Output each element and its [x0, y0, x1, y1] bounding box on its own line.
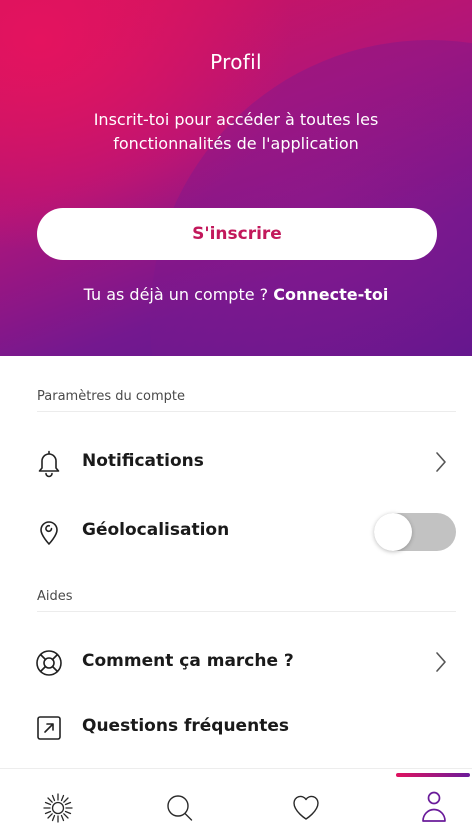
how-it-works-row[interactable]: Comment ça marche ?	[0, 634, 472, 690]
section-header-help: Aides	[37, 589, 73, 604]
page-title: Profil	[210, 50, 262, 74]
section-divider	[37, 411, 456, 412]
heart-icon[interactable]	[286, 787, 326, 827]
profile-header: Profil Inscrit-toi pour accéder à toutes…	[0, 0, 472, 356]
login-prompt-text: Tu as déjà un compte ?	[83, 285, 274, 304]
notifications-row[interactable]: Notifications	[0, 434, 472, 490]
sun-icon[interactable]	[38, 787, 78, 827]
chevron-right-icon	[434, 651, 448, 673]
lifebuoy-icon	[34, 648, 64, 678]
section-divider	[37, 611, 456, 612]
faq-label: Questions fréquentes	[82, 716, 289, 736]
chevron-right-icon	[434, 451, 448, 473]
search-icon[interactable]	[160, 787, 200, 827]
section-header-account: Paramètres du compte	[37, 389, 185, 404]
external-link-icon	[34, 713, 64, 743]
notifications-label: Notifications	[82, 451, 204, 471]
bell-icon	[34, 448, 64, 478]
faq-row[interactable]: Questions fréquentes	[0, 699, 472, 755]
map-pin-icon	[34, 517, 64, 547]
geolocation-row: Géolocalisation	[0, 503, 472, 559]
login-prompt: Tu as déjà un compte ? Connecte-toi	[0, 285, 472, 304]
how-it-works-label: Comment ça marche ?	[82, 651, 294, 671]
active-tab-indicator	[396, 773, 470, 777]
bottom-tab-bar	[0, 768, 472, 833]
geolocation-label: Géolocalisation	[82, 520, 230, 540]
header-decoration	[150, 40, 472, 356]
toggle-knob	[374, 513, 412, 551]
login-link[interactable]: Connecte-toi	[273, 285, 388, 304]
signup-button[interactable]: S'inscrire	[37, 208, 437, 260]
profile-icon[interactable]	[414, 787, 454, 827]
signup-invitation-text: Inscrit-toi pour accéder à toutes les fo…	[93, 110, 379, 153]
geolocation-toggle[interactable]	[374, 513, 456, 551]
